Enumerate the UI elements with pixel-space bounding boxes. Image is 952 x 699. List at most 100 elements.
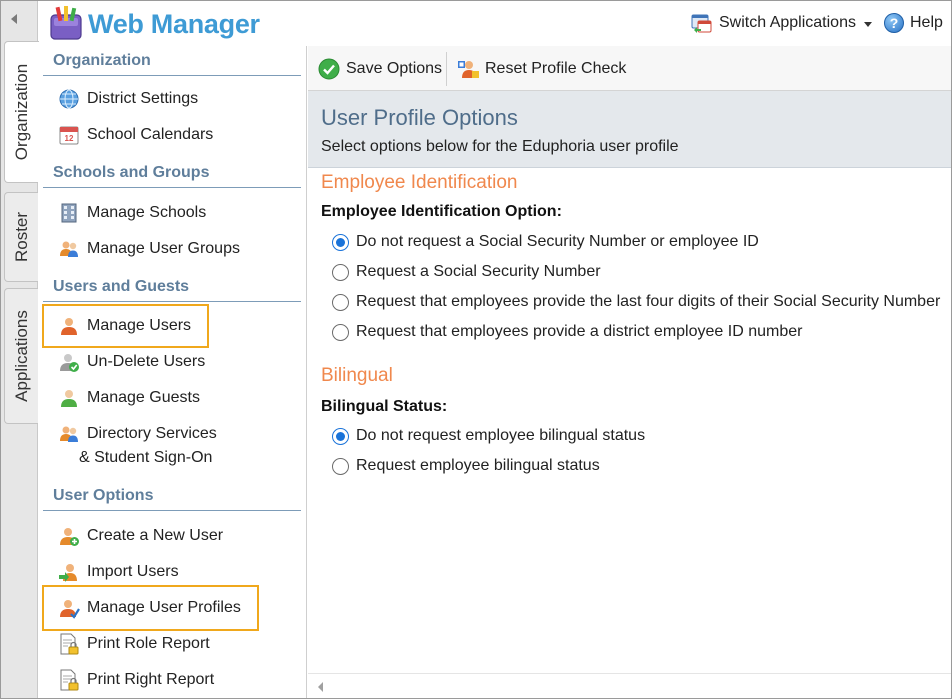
nav-item-un-delete-users[interactable]: Un-Delete Users [42,345,205,379]
nav-item-label: Un-Delete Users [87,353,206,370]
locked-report-icon [60,633,79,655]
scroll-left-icon[interactable] [318,682,323,692]
nav-item-directory-services[interactable]: Directory Services & Student Sign-On [42,422,217,474]
nav-item-label-line-1: Directory Services [87,425,217,442]
page-subtitle: Select options below for the Eduphoria u… [321,138,679,155]
save-options-button[interactable]: Save Options [318,55,442,83]
building-icon [61,203,77,223]
tab-roster-label: Roster [11,211,31,263]
nav-item-manage-schools[interactable]: Manage Schools [42,196,206,230]
nav-item-create-new-user[interactable]: Create a New User [42,519,223,553]
employee-identification-option-label: Employee Identification Option: [321,203,562,220]
section-head-users-and-guests: Users and Guests [43,276,301,302]
nav-item-label: Import Users [87,563,179,580]
user-icon [61,318,77,335]
horizontal-scrollbar[interactable] [308,673,951,698]
tab-applications-label: Applications [11,310,31,402]
radio-label: Request that employees provide a distric… [356,323,803,340]
web-manager-logo-icon [50,6,82,40]
web-manager-window: Organization Roster Applications Web Man… [0,0,952,699]
nav-item-manage-guests[interactable]: Manage Guests [42,381,200,415]
reset-profile-check-button[interactable]: Reset Profile Check [457,55,626,83]
nav-item-print-role-report[interactable]: Print Role Report [42,627,210,661]
section-head-schools-and-groups: Schools and Groups [43,162,301,188]
svg-text:12: 12 [65,134,74,143]
globe-icon [59,89,79,109]
radio-button[interactable] [332,263,349,281]
nav-item-import-users[interactable]: Import Users [42,555,179,589]
radio-request-bilingual-status[interactable]: Request employee bilingual status [332,454,600,478]
nav-item-label: District Settings [87,90,199,107]
radio-no-ssn-or-id[interactable]: Do not request a Social Security Number … [332,230,759,254]
bilingual-status-label: Bilingual Status: [321,398,448,415]
nav-item-label: Manage Schools [87,204,207,221]
radio-label: Request that employees provide the last … [356,293,941,310]
nav-item-print-right-report[interactable]: Print Right Report [42,663,214,697]
help-label: Help [910,14,943,31]
radio-label: Do not request a Social Security Number … [356,233,759,250]
employee-identification-heading: Employee Identification [321,172,518,193]
radio-button-selected[interactable] [332,233,349,251]
nav-item-manage-user-groups[interactable]: Manage User Groups [42,232,240,266]
calendar-icon: 12 [59,126,79,145]
radio-button[interactable] [332,293,349,311]
nav-item-school-calendars[interactable]: 12 School Calendars [42,118,213,152]
radio-label: Request employee bilingual status [356,457,600,474]
guest-user-icon [61,390,77,407]
switch-applications-menu[interactable]: Switch Applications [691,11,872,35]
radio-last-four-ssn[interactable]: Request that employees provide the last … [332,290,940,314]
help-icon: ? [884,13,904,33]
collapse-panel-icon[interactable] [11,14,17,24]
import-users-icon [59,564,77,582]
nav-item-manage-users[interactable]: Manage Users [42,304,209,348]
nav-item-label: Directory Services & Student Sign-On [79,422,217,470]
save-options-label: Save Options [346,60,443,77]
directory-users-icon [60,426,78,442]
chevron-down-icon [863,21,872,27]
nav-item-label: Manage Guests [87,389,200,406]
reset-profile-check-label: Reset Profile Check [485,60,627,77]
tab-applications[interactable]: Applications [4,288,38,424]
nav-item-district-settings[interactable]: District Settings [42,82,198,116]
user-group-icon [60,241,78,257]
check-circle-icon [318,58,340,80]
vertical-tab-strip: Organization Roster Applications [1,1,39,698]
radio-button[interactable] [332,323,349,341]
radio-label: Do not request employee bilingual status [356,427,646,444]
nav-item-label: Manage Users [87,317,192,334]
radio-button[interactable] [332,457,349,475]
nav-item-label: Print Role Report [87,635,210,652]
add-user-icon [60,528,79,546]
radio-no-bilingual-status[interactable]: Do not request employee bilingual status [332,424,645,448]
tab-roster[interactable]: Roster [4,192,38,282]
toolbar-divider [446,52,447,86]
section-head-user-options: User Options [43,485,301,511]
nav-item-label: School Calendars [87,126,214,143]
radio-request-ssn[interactable]: Request a Social Security Number [332,260,601,284]
radio-district-employee-id[interactable]: Request that employees provide a distric… [332,320,802,344]
radio-label: Request a Social Security Number [356,263,601,280]
section-head-organization: Organization [43,50,301,76]
user-profile-icon [60,600,80,619]
toolbar: Save Options Reset Profile Check [308,46,951,91]
options-content: Employee Identification Employee Identif… [308,168,951,673]
tab-organization-label: Organization [12,63,31,161]
help-button[interactable]: ? Help [884,11,943,35]
tab-organization[interactable]: Organization [4,41,39,183]
nav-item-label: Print Right Report [87,671,215,688]
app-title: Web Manager [88,9,260,39]
nav-item-manage-user-profiles[interactable]: Manage User Profiles [42,585,259,631]
nav-item-label: Manage User Groups [87,240,240,257]
page-header: User Profile Options Select options belo… [308,91,951,168]
nav-item-label: Manage User Profiles [87,599,241,616]
locked-report-icon [60,669,79,691]
navigation-panel: Organization District Settings 12 School… [38,46,307,698]
switch-applications-icon [691,14,712,33]
reset-profile-icon [458,61,479,78]
nav-item-label: Create a New User [87,527,224,544]
radio-button-selected[interactable] [332,427,349,445]
user-restore-icon [60,354,79,372]
switch-applications-label: Switch Applications [719,14,856,31]
nav-item-label-line-2: & Student Sign-On [79,449,213,466]
bilingual-heading: Bilingual [321,365,393,386]
